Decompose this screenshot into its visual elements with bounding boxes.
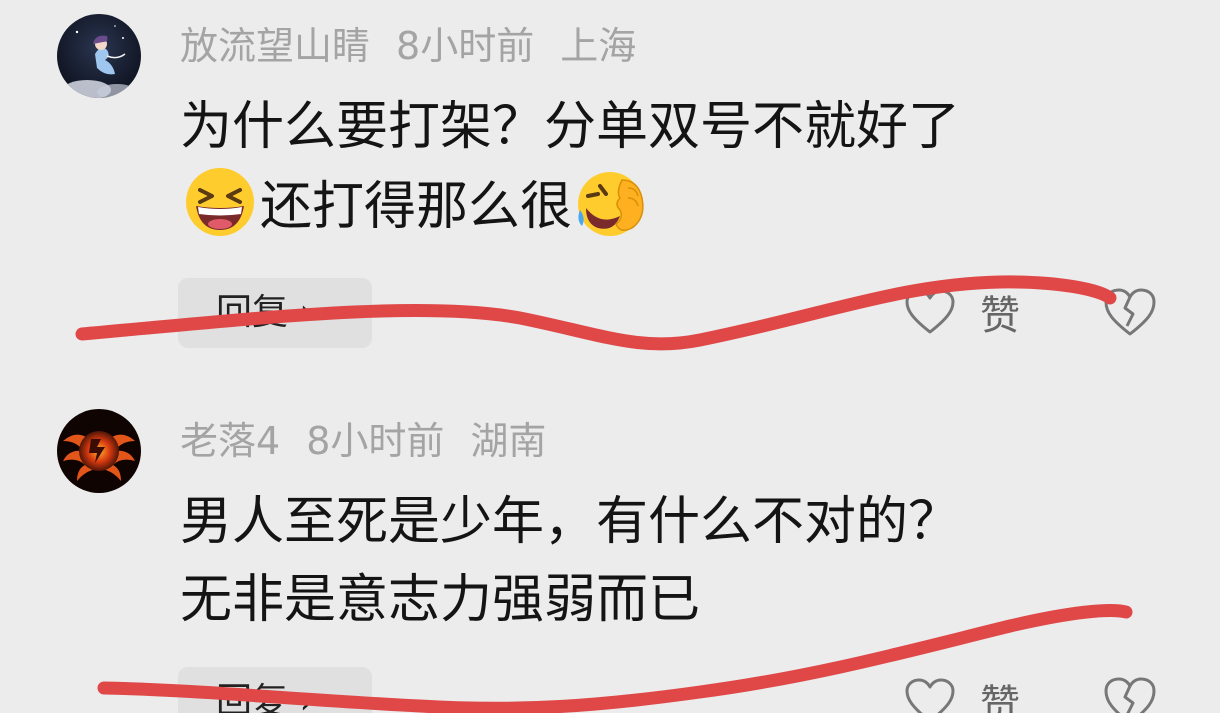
dislike-button[interactable] (1102, 284, 1158, 340)
comment-meta: 放流望山睛 8小时前 上海 (180, 22, 636, 70)
like-label: 赞 (980, 293, 1020, 339)
comment-item: 放流望山睛 8小时前 上海 为什么要打架？分单双号不就好了 还打得那么很 回复 … (0, 0, 1220, 380)
username[interactable]: 放流望山睛 (180, 24, 370, 68)
dislike-button[interactable] (1102, 673, 1158, 713)
heart-outline-icon (905, 289, 955, 334)
like-button[interactable]: 赞 (904, 282, 1020, 342)
comment-text: 男人至死是少年，有什么不对的？ 无非是意志力强弱而已 (180, 483, 960, 639)
timestamp: 8小时前 (396, 24, 535, 68)
comment-list: 放流望山睛 8小时前 上海 为什么要打架？分单双号不就好了 还打得那么很 回复 … (0, 0, 1220, 713)
comment-text: 为什么要打架？分单双号不就好了 还打得那么很 (180, 88, 960, 246)
comment-line: 还打得那么很 (180, 166, 960, 246)
comment-line: 男人至死是少年，有什么不对的？ (180, 492, 961, 552)
reply-button[interactable]: 回复 › (178, 667, 372, 713)
rolling-on-floor-laughing-icon (572, 166, 652, 238)
location: 上海 (560, 24, 637, 68)
timestamp: 8小时前 (306, 419, 445, 463)
like-button[interactable]: 赞 (904, 671, 1020, 713)
broken-heart-icon (1104, 288, 1156, 336)
like-label: 赞 (980, 682, 1020, 713)
username[interactable]: 老落4 (180, 419, 280, 463)
avatar[interactable] (57, 409, 141, 493)
avatar[interactable] (57, 14, 141, 98)
broken-heart-icon (1104, 677, 1156, 713)
heart-outline-icon (905, 678, 955, 713)
reply-button[interactable]: 回复 › (178, 278, 372, 348)
comment-line: 为什么要打架？分单双号不就好了 (180, 97, 961, 157)
comment-meta: 老落4 8小时前 湖南 (180, 417, 546, 465)
comment-line-text: 还打得那么很 (260, 177, 573, 237)
location: 湖南 (470, 419, 547, 463)
grinning-squinting-face-icon (180, 166, 260, 238)
comment-item: 老落4 8小时前 湖南 男人至死是少年，有什么不对的？ 无非是意志力强弱而已 回复 … (0, 395, 1220, 713)
comment-line: 无非是意志力强弱而已 (180, 570, 701, 630)
